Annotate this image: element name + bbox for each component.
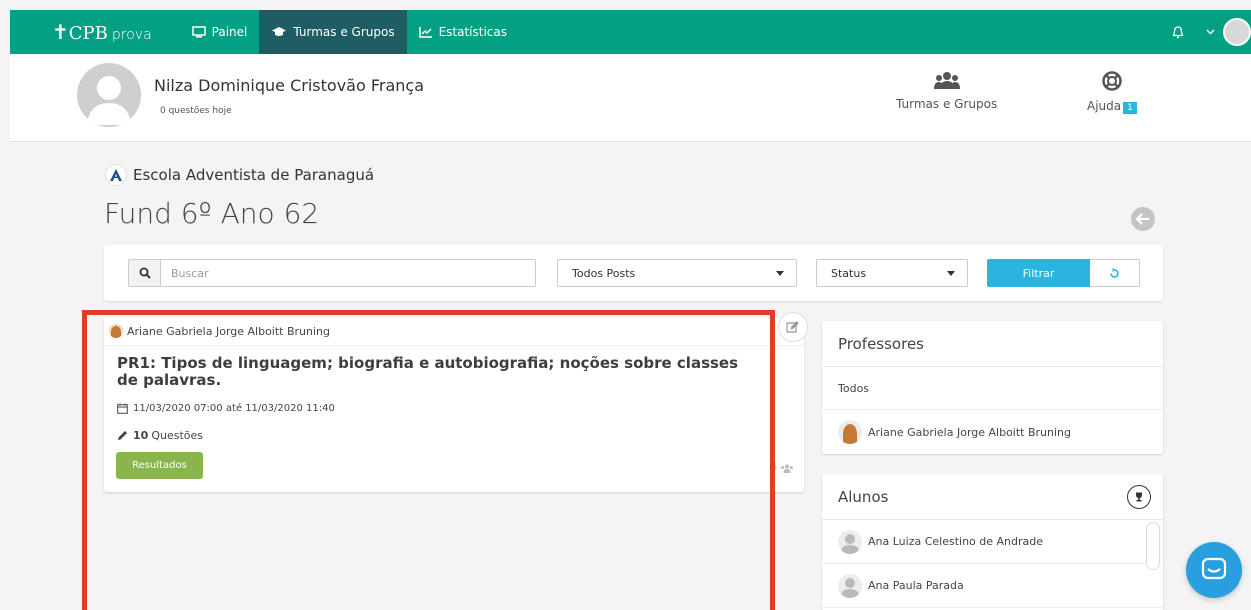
aluno-item[interactable]: Ana Paula Parada bbox=[822, 564, 1163, 608]
participants-number: 6 bbox=[771, 463, 777, 473]
calendar-icon bbox=[117, 403, 128, 414]
filter-button[interactable]: Filtrar bbox=[987, 259, 1090, 287]
professor-item[interactable]: Ariane Gabriela Jorge Alboitt Bruning bbox=[822, 410, 1163, 454]
school-logo-icon bbox=[105, 164, 127, 186]
ajuda-badge: 1 bbox=[1123, 102, 1137, 114]
search-box bbox=[128, 259, 536, 287]
top-navbar: ✝ CPB prova Painel Turmas e Grupos Estat… bbox=[10, 10, 1251, 54]
chat-icon bbox=[1201, 557, 1227, 580]
profile-header: Nilza Dominique Cristovão França 0 quest… bbox=[10, 54, 1251, 142]
participants-count: 6 bbox=[771, 463, 794, 473]
aluno-name: Ana Paula Parada bbox=[868, 579, 964, 592]
school-header: Escola Adventista de Paranaguá bbox=[105, 164, 374, 186]
questions-count: 10 bbox=[133, 429, 149, 442]
profile-name: Nilza Dominique Cristovão França bbox=[154, 76, 425, 95]
questions-today: 0 questões hoje bbox=[160, 106, 232, 116]
refresh-icon bbox=[1110, 267, 1119, 278]
arrow-left-icon bbox=[1136, 213, 1149, 225]
nav-estatisticas[interactable]: Estatísticas bbox=[407, 10, 519, 54]
chat-launcher-button[interactable] bbox=[1186, 542, 1242, 598]
status-select[interactable]: Status bbox=[816, 259, 968, 287]
users-icon bbox=[933, 72, 960, 89]
logo-sub: prova bbox=[111, 27, 152, 43]
caret-down-icon bbox=[776, 270, 784, 276]
pencil-icon bbox=[118, 431, 127, 440]
professores-card: Professores Todos Ariane Gabriela Jorge … bbox=[822, 321, 1163, 454]
trophy-icon[interactable] bbox=[1127, 484, 1151, 509]
quicklink-ajuda-label: Ajuda 1 bbox=[1087, 99, 1137, 114]
nav-painel-label: Painel bbox=[211, 25, 248, 39]
cpb-prova-logo[interactable]: ✝ CPB prova bbox=[52, 20, 152, 44]
edit-icon bbox=[786, 321, 799, 333]
post-divider bbox=[104, 345, 804, 346]
alunos-scrollbar[interactable] bbox=[1146, 522, 1160, 610]
author-avatar bbox=[109, 324, 123, 338]
aluno-item[interactable]: Ana Luiza Celestino de Andrade bbox=[822, 520, 1163, 564]
ajuda-text: Ajuda bbox=[1087, 99, 1122, 113]
professores-all[interactable]: Todos bbox=[822, 367, 1163, 410]
alunos-header: Alunos bbox=[822, 474, 1163, 520]
school-name: Escola Adventista de Paranaguá bbox=[133, 166, 375, 184]
professores-header: Professores bbox=[822, 321, 1163, 367]
logo-mark: ✝ bbox=[52, 20, 69, 44]
aluno-avatar bbox=[838, 529, 862, 554]
nav-painel[interactable]: Painel bbox=[180, 10, 260, 54]
users-icon bbox=[781, 464, 793, 473]
post-date-text: 11/03/2020 07:00 até 11/03/2020 11:40 bbox=[133, 403, 335, 414]
post-author-name: Ariane Gabriela Jorge Alboitt Bruning bbox=[127, 324, 331, 338]
alunos-card: Alunos Ana Luiza Celestino de Andrade An… bbox=[822, 474, 1163, 610]
top-right-controls bbox=[1172, 10, 1251, 54]
life-ring-icon bbox=[1102, 71, 1122, 91]
posts-select[interactable]: Todos Posts bbox=[557, 259, 797, 287]
nav-turmas-label: Turmas e Grupos bbox=[293, 25, 395, 39]
aluno-avatar bbox=[838, 573, 862, 598]
filter-bar: Todos Posts Status Filtrar bbox=[104, 245, 1163, 301]
bell-icon[interactable] bbox=[1172, 25, 1184, 39]
nav-turmas-e-grupos[interactable]: Turmas e Grupos bbox=[259, 10, 407, 54]
graduation-cap-icon bbox=[272, 27, 287, 36]
professor-name: Ariane Gabriela Jorge Alboitt Bruning bbox=[868, 425, 1072, 439]
post-card: Ariane Gabriela Jorge Alboitt Bruning PR… bbox=[104, 318, 804, 492]
results-button[interactable]: Resultados bbox=[116, 452, 203, 479]
monitor-icon bbox=[191, 26, 206, 38]
post-date: 11/03/2020 07:00 até 11/03/2020 11:40 bbox=[117, 403, 335, 414]
search-input[interactable] bbox=[161, 260, 535, 286]
back-button[interactable] bbox=[1131, 207, 1155, 231]
user-avatar[interactable] bbox=[1223, 18, 1251, 46]
questions-label: Questões bbox=[151, 429, 203, 442]
reset-filter-button[interactable] bbox=[1090, 259, 1140, 287]
scrollbar-thumb[interactable] bbox=[1146, 522, 1160, 570]
profile-avatar bbox=[77, 63, 141, 127]
search-icon[interactable] bbox=[129, 260, 161, 286]
post-title[interactable]: PR1: Tipos de linguagem; biografia e aut… bbox=[117, 355, 757, 389]
professor-avatar bbox=[838, 420, 862, 444]
logo-brand: CPB bbox=[68, 23, 108, 44]
status-select-value: Status bbox=[831, 266, 867, 280]
alunos-title: Alunos bbox=[838, 487, 889, 506]
course-title: Fund 6º Ano 62 bbox=[104, 197, 320, 230]
nav-estatisticas-label: Estatísticas bbox=[438, 25, 508, 39]
quicklink-ajuda[interactable]: Ajuda 1 bbox=[1087, 71, 1137, 114]
professores-title: Professores bbox=[838, 334, 924, 353]
quicklink-turmas-label: Turmas e Grupos bbox=[896, 97, 998, 111]
caret-down-icon bbox=[947, 270, 955, 276]
post-questions: 10 Questões bbox=[117, 429, 203, 442]
chevron-down-icon[interactable] bbox=[1206, 29, 1215, 35]
aluno-name: Ana Luiza Celestino de Andrade bbox=[868, 535, 1044, 548]
line-chart-icon bbox=[418, 27, 432, 38]
quicklink-turmas-e-grupos[interactable]: Turmas e Grupos bbox=[896, 71, 997, 111]
posts-select-value: Todos Posts bbox=[572, 266, 636, 280]
edit-post-button[interactable] bbox=[778, 312, 808, 342]
post-author[interactable]: Ariane Gabriela Jorge Alboitt Bruning bbox=[109, 324, 330, 338]
professores-all-label: Todos bbox=[838, 381, 870, 395]
